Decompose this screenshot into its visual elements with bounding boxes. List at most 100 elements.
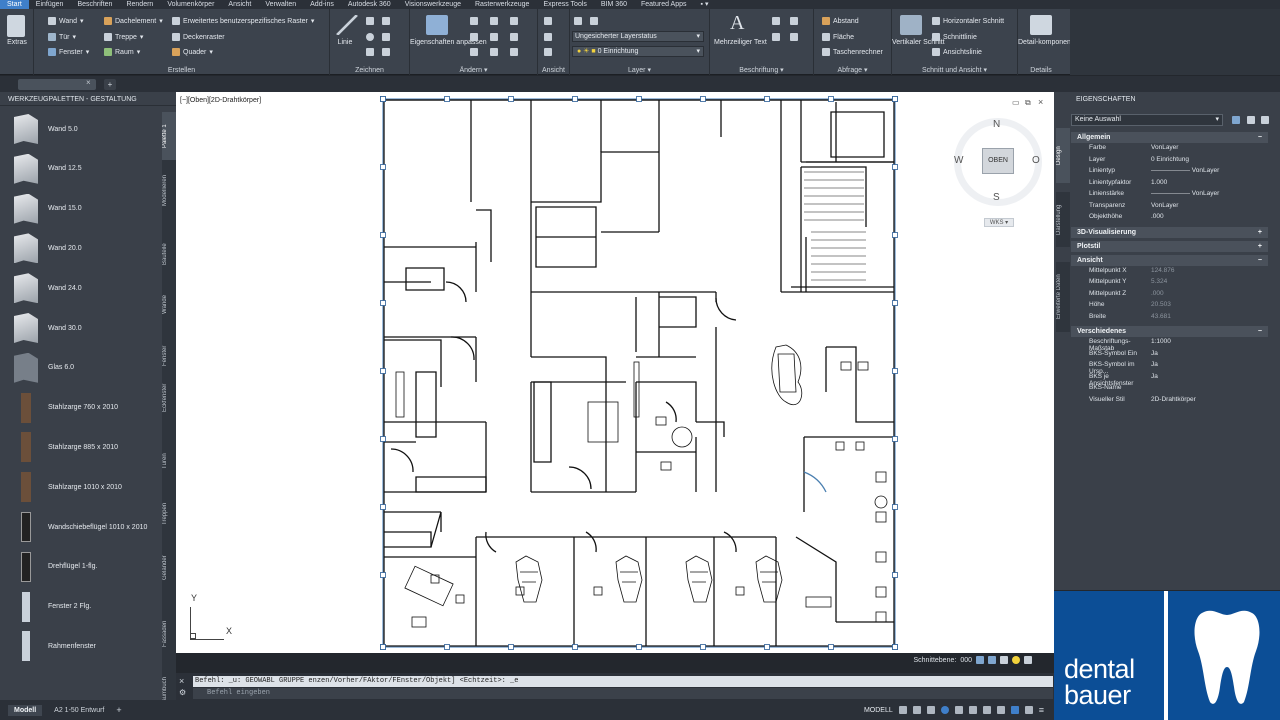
selection-grip[interactable] (636, 644, 642, 650)
menu-item[interactable]: Visionswerkzeuge (398, 0, 468, 9)
deckenraster-button[interactable]: Deckenraster (172, 33, 225, 41)
trim-icon[interactable] (510, 17, 518, 25)
stretch-icon[interactable] (470, 48, 478, 56)
selection-grip[interactable] (508, 96, 514, 102)
expand-icon[interactable]: + (1258, 241, 1262, 252)
group-title-schnitt[interactable]: Schnitt und Ansicht ▾ (892, 66, 1017, 74)
palette-tool-item[interactable]: Wand 30.0 (14, 313, 164, 343)
ortho-toggle-icon[interactable] (926, 706, 935, 714)
tuer-button[interactable]: Tür ▾ (48, 33, 76, 41)
add-layout-button[interactable]: + (116, 705, 121, 715)
selection-grip[interactable] (892, 232, 898, 238)
command-customize-icon[interactable]: ⚙ (179, 688, 186, 697)
wks-menu[interactable]: WKS ▾ (984, 218, 1014, 227)
property-value[interactable] (1151, 384, 1268, 396)
taschenrechner-button[interactable]: Taschenrechner (822, 48, 883, 56)
abstand-button[interactable]: Abstand (822, 17, 859, 25)
palette-tool-item[interactable]: Stahlzarge 885 x 2010 (14, 432, 164, 463)
properties-section-ansicht[interactable]: Ansicht − (1071, 254, 1268, 266)
layer-iso-icon[interactable] (590, 17, 598, 25)
palette-tool-item[interactable]: Wand 5.0 (14, 114, 164, 144)
fenster-button[interactable]: Fenster ▾ (48, 48, 89, 56)
circle-icon[interactable] (366, 33, 374, 41)
expand-icon[interactable]: + (1258, 227, 1262, 238)
selection-grip[interactable] (700, 644, 706, 650)
palette-tool-item[interactable]: Glas 6.0 (14, 352, 164, 383)
model-space-indicator[interactable]: MODELL (864, 707, 893, 714)
selection-dropdown[interactable]: Keine Auswahl ▾ (1071, 114, 1223, 126)
property-row[interactable]: Linientypfaktor 1.000 (1071, 179, 1268, 191)
flaeche-button[interactable]: Fläche (822, 33, 854, 41)
detail-komponenten-button[interactable]: Detail-komponenten (1018, 39, 1081, 47)
properties-section-plotstil[interactable]: Plotstil + (1071, 240, 1268, 252)
floor-plan[interactable] (176, 92, 1054, 653)
palette-tool-item[interactable]: Fenster 2 Flg. (14, 591, 164, 622)
properties-section-visualisierung[interactable]: 3D-Visualisierung + (1071, 226, 1268, 238)
property-value[interactable]: —————— VonLayer (1151, 167, 1268, 179)
compass-west[interactable]: W (954, 155, 963, 166)
fullscreen-icon[interactable] (1024, 706, 1033, 714)
palette-tool-item[interactable]: Drehflügel 1-flg. (14, 551, 164, 582)
property-value[interactable]: Ja (1151, 361, 1268, 373)
display-config-icon[interactable] (976, 656, 984, 664)
quick-select-icon[interactable] (1232, 116, 1240, 124)
arc-icon[interactable] (382, 17, 390, 25)
compass-east[interactable]: O (1032, 155, 1040, 166)
tab-layout[interactable]: A2 1-50 Entwurf (48, 705, 110, 716)
property-row[interactable]: Visueller Stil 2D-Drahtkörper (1071, 396, 1268, 408)
viewport-close-icon[interactable]: × (1038, 97, 1043, 107)
table-icon[interactable] (772, 33, 780, 41)
property-row[interactable]: Objekthöhe .000 (1071, 213, 1268, 225)
new-tab-button[interactable]: + (104, 79, 116, 90)
copy-icon[interactable] (470, 33, 478, 41)
grid-toggle-icon[interactable] (898, 706, 907, 714)
tab-modell[interactable]: Modell (8, 704, 43, 716)
selection-grip[interactable] (828, 96, 834, 102)
drawing-viewport[interactable]: OBEN N S W O WKS ▾ ▭ ⧉ × Y X (176, 92, 1054, 653)
lineweight-toggle-icon[interactable] (968, 706, 977, 714)
property-row[interactable]: Beschriftungs-Maßstab 1:1000 (1071, 338, 1268, 352)
property-value[interactable]: 1:1000 (1151, 338, 1268, 350)
property-value[interactable]: 20.503 (1151, 301, 1268, 313)
selection-grip[interactable] (892, 572, 898, 578)
collapse-icon[interactable]: − (1258, 132, 1262, 143)
property-value[interactable]: Ja (1151, 350, 1268, 362)
property-row[interactable]: Mittelpunkt Y 5.324 (1071, 278, 1268, 290)
light-icon[interactable] (1012, 656, 1020, 664)
property-value[interactable]: .000 (1151, 213, 1268, 225)
menu-item[interactable]: Featured Apps (634, 0, 694, 9)
tag-icon[interactable] (790, 33, 798, 41)
property-row[interactable]: BKS-Name (1071, 384, 1268, 396)
pickadd-icon[interactable] (1261, 116, 1269, 124)
scale-icon[interactable] (490, 48, 498, 56)
property-value[interactable]: VonLayer (1151, 144, 1268, 156)
selection-grip[interactable] (508, 644, 514, 650)
property-value[interactable]: 2D-Drahtkörper (1151, 396, 1268, 408)
property-row[interactable]: Transparenz VonLayer (1071, 202, 1268, 214)
selection-grip[interactable] (892, 300, 898, 306)
selection-grip[interactable] (700, 96, 706, 102)
properties-side-tab[interactable]: Design (1056, 128, 1070, 183)
palette-tab[interactable]: Fassaden (162, 610, 176, 658)
property-row[interactable]: Linienstärke —————— VonLayer (1071, 190, 1268, 202)
schnittlinie-button[interactable]: Schnittlinie (932, 33, 977, 41)
viewport-options-icon[interactable] (1024, 656, 1032, 664)
palette-tab[interactable]: Geländer (162, 544, 176, 592)
property-row[interactable]: BKS-Symbol Ein Ja (1071, 350, 1268, 362)
compass-north[interactable]: N (993, 119, 1000, 130)
property-value[interactable]: Ja (1151, 373, 1268, 385)
selection-grip[interactable] (380, 644, 386, 650)
property-row[interactable]: Mittelpunkt X 124.876 (1071, 267, 1268, 279)
group-title-aendern[interactable]: Ändern ▾ (410, 66, 537, 74)
workspace-icon[interactable] (996, 706, 1005, 714)
rotate-icon[interactable] (490, 17, 498, 25)
pan-icon[interactable] (544, 33, 552, 41)
menu-item[interactable]: Rendern (119, 0, 160, 9)
property-value[interactable]: 5.324 (1151, 278, 1268, 290)
property-value[interactable]: —————— VonLayer (1151, 190, 1268, 202)
surface-hatch-icon[interactable] (1000, 656, 1008, 664)
selection-grip[interactable] (892, 96, 898, 102)
property-row[interactable]: Mittelpunkt Z .000 (1071, 290, 1268, 302)
polar-toggle-icon[interactable] (940, 706, 949, 714)
property-row[interactable]: Layer 0 Einrichtung (1071, 156, 1268, 168)
